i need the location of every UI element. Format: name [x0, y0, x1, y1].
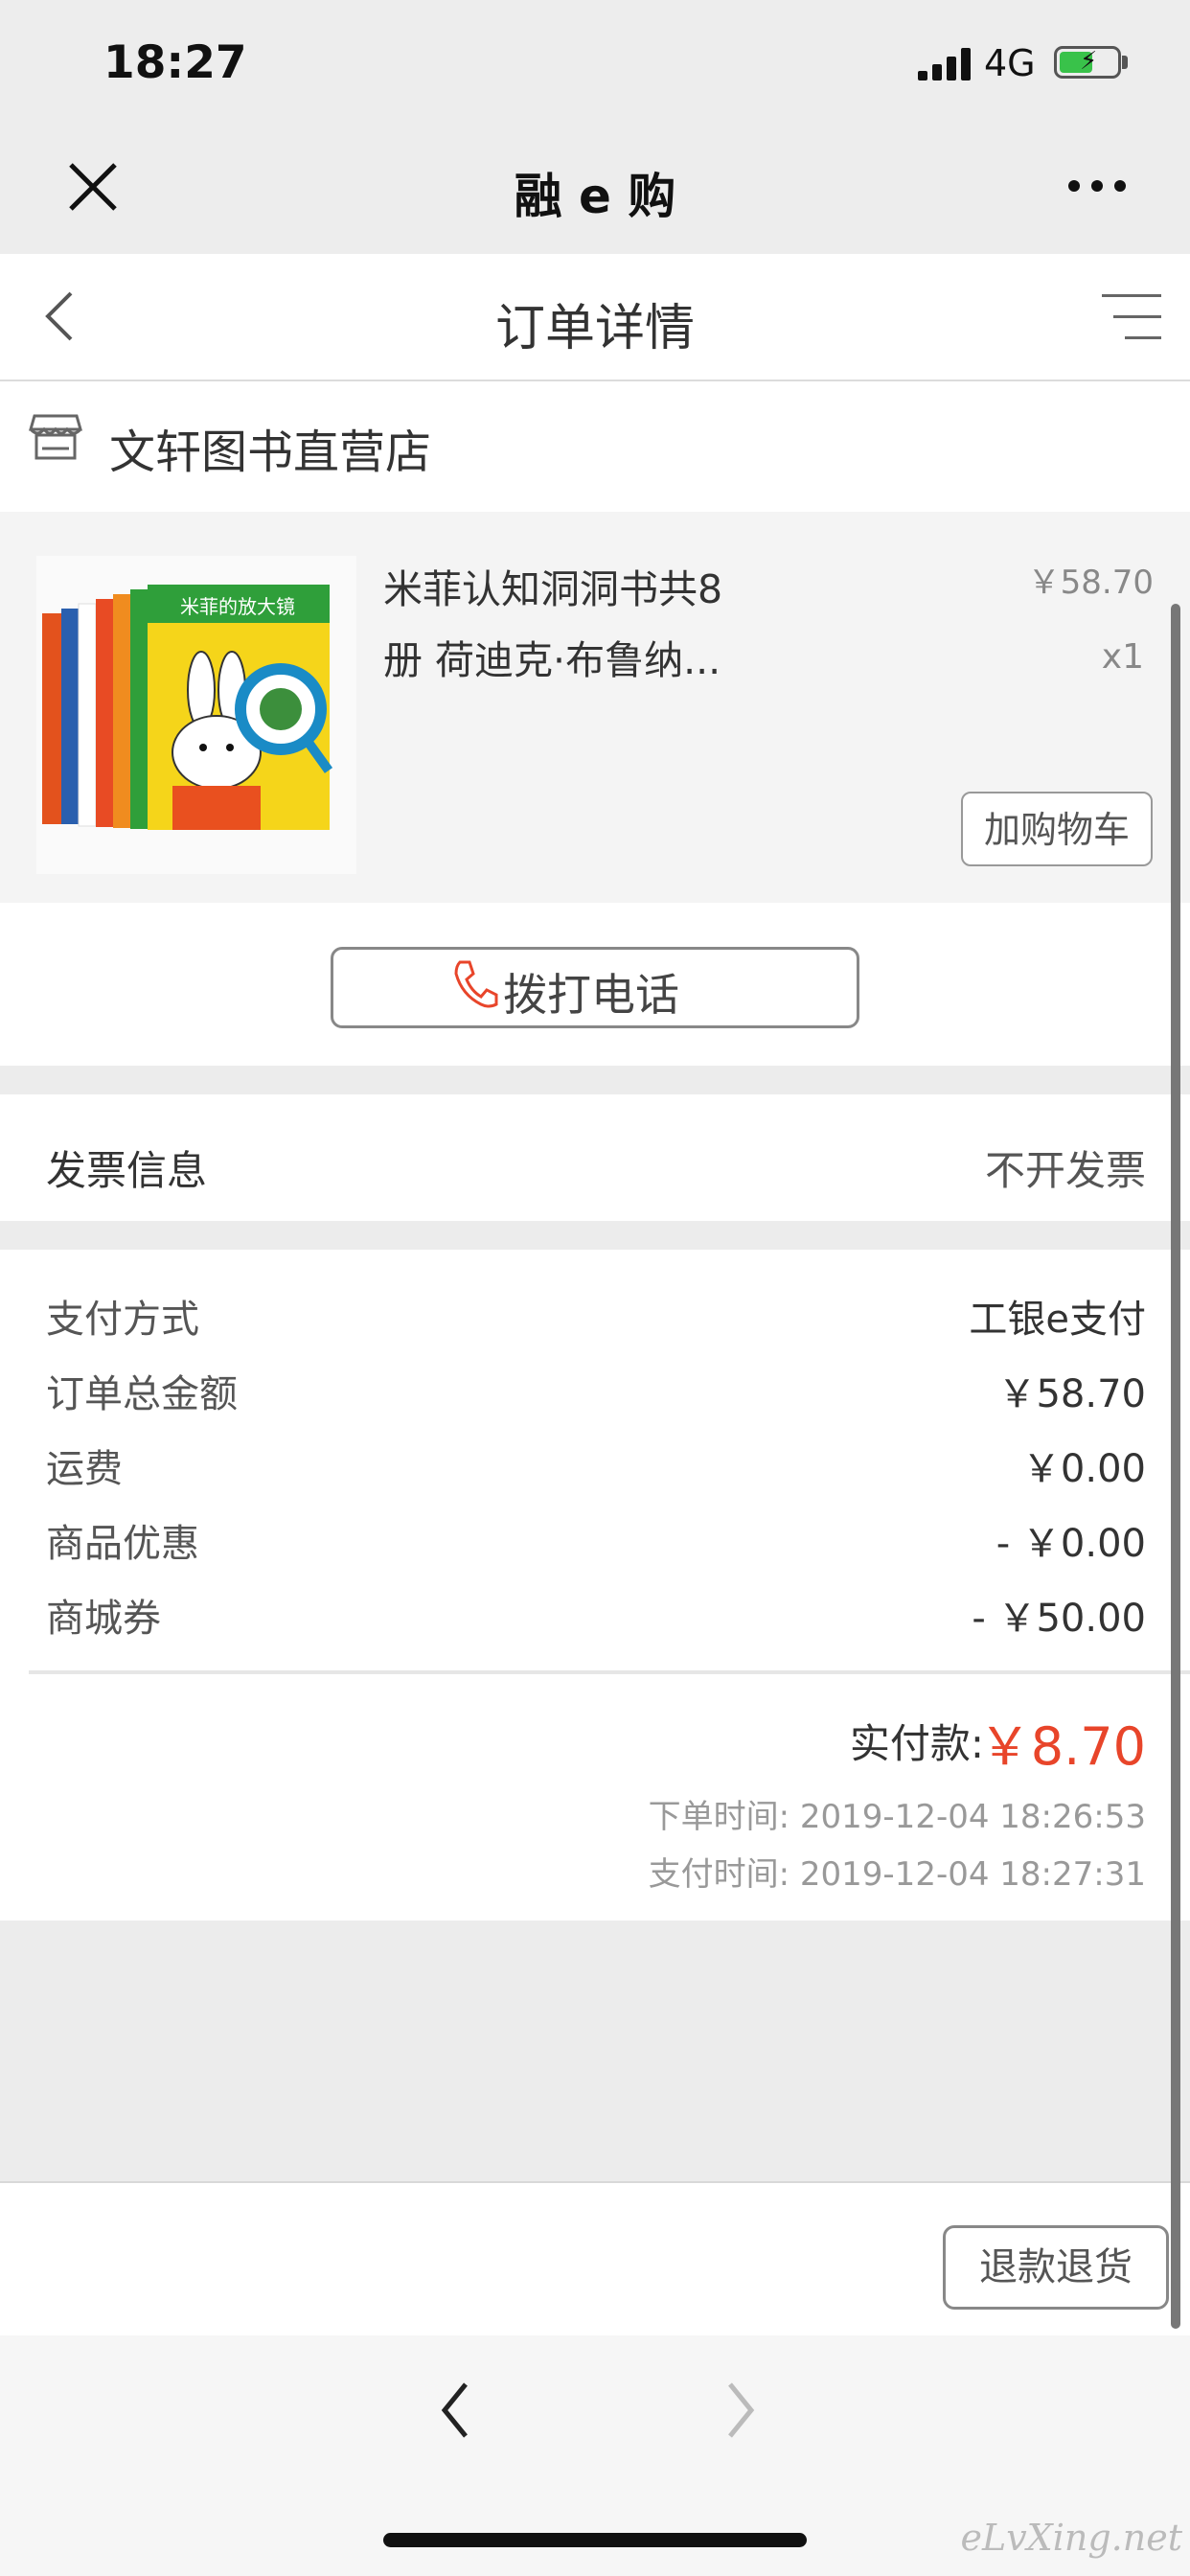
add-to-cart-button[interactable]: 加购物车	[961, 792, 1153, 866]
phone-icon	[454, 960, 498, 1008]
home-indicator[interactable]	[383, 2533, 807, 2547]
product-price: ￥58.70	[1027, 564, 1154, 602]
payment-method-label: 支付方式	[46, 1298, 199, 1342]
page-title: 订单详情	[494, 300, 695, 357]
call-label[interactable]: 拨打电话	[503, 960, 679, 1024]
paid-amount-label: 实付款:	[849, 1720, 984, 1767]
payment-method-value: 工银e支付	[969, 1298, 1146, 1342]
scrollbar[interactable]	[1171, 604, 1180, 2329]
order-time: 下单时间: 2019-12-04 18:26:53	[648, 1798, 1146, 1836]
pay-time: 支付时间: 2019-12-04 18:27:31	[648, 1855, 1146, 1894]
mini-program-title: 融 e 购	[514, 169, 676, 224]
nav-forward-icon[interactable]	[717, 2377, 765, 2444]
order-total-value: ￥58.70	[997, 1372, 1146, 1416]
invoice-label: 发票信息	[46, 1147, 208, 1194]
cover-title: 米菲的放大镜	[180, 595, 295, 618]
status-time: 18:27	[103, 36, 247, 89]
product-name[interactable]: 米菲认知洞洞书共8册 荷迪克·布鲁纳...	[383, 554, 747, 696]
coupon-label: 商城券	[46, 1597, 161, 1641]
discount-value: - ￥0.00	[995, 1522, 1146, 1566]
shipping-value: ￥0.00	[1021, 1447, 1146, 1491]
menu-icon[interactable]	[1102, 292, 1161, 342]
signal-icon	[918, 48, 972, 80]
more-icon[interactable]	[1068, 171, 1126, 192]
paid-amount-value: ￥8.70	[978, 1716, 1146, 1777]
order-total-label: 订单总金额	[46, 1372, 238, 1416]
shipping-label: 运费	[46, 1447, 123, 1491]
battery-cap	[1122, 56, 1128, 69]
network-type: 4G	[984, 42, 1036, 84]
invoice-value: 不开发票	[984, 1147, 1146, 1194]
coupon-value: - ￥50.00	[972, 1597, 1146, 1641]
product-image: 米菲的放大镜	[36, 556, 356, 874]
discount-label: 商品优惠	[46, 1522, 199, 1566]
product-quantity: x1	[1101, 637, 1144, 677]
nav-back-icon[interactable]	[431, 2377, 479, 2444]
divider	[29, 1670, 1190, 1674]
watermark: eLvXing.net	[960, 2517, 1182, 2559]
refund-button[interactable]: 退款退货	[943, 2225, 1169, 2310]
battery-icon: ⚡	[1054, 46, 1121, 79]
store-icon	[29, 414, 82, 460]
store-name: 文轩图书直营店	[109, 426, 432, 479]
